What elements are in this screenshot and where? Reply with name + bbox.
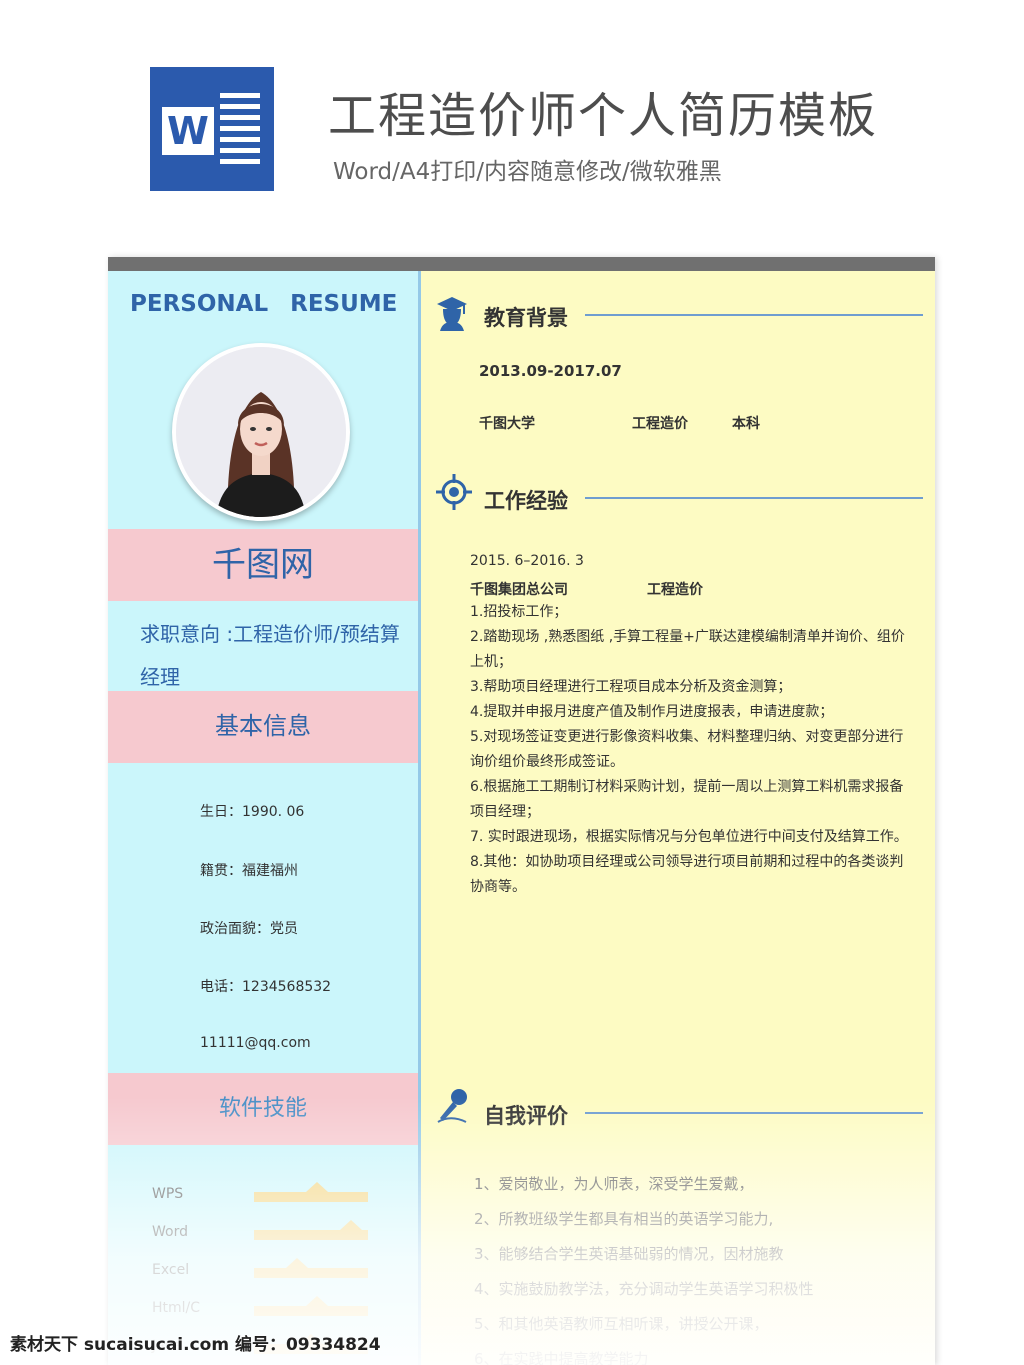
evaluation-item: 5、和其他英语教师互相听课，讲授公开课， bbox=[474, 1315, 769, 1333]
skill-level-bar bbox=[254, 1192, 368, 1202]
name-band: 千图网 bbox=[108, 529, 418, 601]
logo-lines bbox=[220, 93, 260, 170]
self-evaluation-divider bbox=[585, 1112, 923, 1114]
resume-sheet: PERSONAL RESUME 千图网 求职意向 :工程造价师/预结算经理 基本信… bbox=[108, 257, 935, 1365]
job-objective: 求职意向 :工程造价师/预结算经理 bbox=[140, 622, 400, 689]
self-evaluation-list: 1、爱岗敬业，为人师表，深受学生爱戴， 2、所教班级学生都具有相当的英语学习能力… bbox=[474, 1167, 914, 1365]
avatar bbox=[172, 343, 350, 521]
left-column: PERSONAL RESUME 千图网 求职意向 :工程造价师/预结算经理 基本信… bbox=[108, 271, 421, 1365]
duty-item: 1.招投标工作； bbox=[470, 604, 568, 620]
info-phone: 电话：1234568532 bbox=[200, 979, 332, 995]
skill-level-bar bbox=[254, 1230, 368, 1240]
personal-resume-heading: PERSONAL RESUME bbox=[130, 291, 397, 317]
graduation-cap-icon bbox=[437, 297, 467, 331]
duty-item: 8.其他：如协助项目经理或公司领导进行项目前期和过程中的各类谈判协商等。 bbox=[470, 854, 904, 895]
skill-name: Html/C bbox=[152, 1300, 201, 1316]
skill-level-marker bbox=[286, 1258, 309, 1268]
basic-info-heading: 基本信息 bbox=[108, 691, 418, 763]
work-position: 工程造价 bbox=[647, 582, 703, 598]
work-duties: 1.招投标工作； 2.踏勘现场 ,熟悉图纸 ,手算工程量+广联达建模编制清单并询… bbox=[470, 600, 910, 900]
skill-level-marker bbox=[305, 1296, 328, 1306]
skill-name: Word bbox=[152, 1224, 188, 1240]
education-degree: 本科 bbox=[732, 416, 760, 432]
education-school: 千图大学 bbox=[479, 416, 535, 432]
resume-label: RESUME bbox=[290, 291, 398, 317]
education-major: 工程造价 bbox=[632, 416, 688, 432]
info-political-status: 政治面貌：党员 bbox=[200, 921, 298, 937]
word-logo-icon: W bbox=[150, 67, 274, 191]
sheet-top-bar bbox=[108, 257, 935, 271]
duty-item: 4.提取并申报月进度产值及制作月进度报表，申请进度款； bbox=[470, 704, 834, 720]
duty-item: 2.踏勘现场 ,熟悉图纸 ,手算工程量+广联达建模编制清单并询价、组价上机； bbox=[470, 629, 905, 670]
microphone-icon bbox=[437, 1089, 467, 1123]
avatar-photo-icon bbox=[176, 347, 346, 517]
skill-level-marker bbox=[305, 1182, 328, 1192]
watermark-footer: 素材天下 sucaisucai.com 编号：09334824 bbox=[10, 1335, 381, 1355]
duty-item: 3.帮助项目经理进行工程项目成本分析及资金测算； bbox=[470, 679, 792, 695]
evaluation-item: 4、实施鼓励教学法，充分调动学生英语学习积极性 bbox=[474, 1280, 814, 1298]
work-company: 千图集团总公司 bbox=[470, 582, 568, 598]
info-email: 11111@qq.com bbox=[200, 1035, 311, 1051]
work-divider bbox=[585, 497, 923, 499]
skill-level-bar bbox=[254, 1306, 368, 1316]
personal-label: PERSONAL bbox=[130, 291, 269, 317]
software-skills-heading: 软件技能 bbox=[108, 1073, 418, 1145]
evaluation-item: 6、在实践中提高教学能力 bbox=[474, 1350, 649, 1365]
page-title: 工程造价师个人简历模板 bbox=[328, 88, 879, 144]
education-heading: 教育背景 bbox=[484, 306, 568, 330]
evaluation-item: 3、能够结合学生英语基础弱的情况，因材施教 bbox=[474, 1245, 784, 1263]
skill-level-marker bbox=[339, 1220, 362, 1230]
work-period: 2015. 6–2016. 3 bbox=[470, 553, 584, 569]
duty-item: 7. 实时跟进现场，根据实际情况与分包单位进行中间支付及结算工作。 bbox=[470, 829, 908, 845]
skill-name: Excel bbox=[152, 1262, 190, 1278]
skill-name: WPS bbox=[152, 1186, 184, 1202]
info-birthday: 生日：1990. 06 bbox=[200, 804, 305, 820]
duty-item: 5.对现场签证变更进行影像资料收集、材料整理归纳、对变更部分进行询价组价最终形成… bbox=[470, 729, 904, 770]
education-divider bbox=[585, 314, 923, 316]
evaluation-item: 1、爱岗敬业，为人师表，深受学生爱戴， bbox=[474, 1175, 754, 1193]
self-evaluation-heading: 自我评价 bbox=[484, 1104, 568, 1128]
work-heading: 工作经验 bbox=[484, 489, 568, 513]
evaluation-item: 2、所教班级学生都具有相当的英语学习能力, bbox=[474, 1210, 774, 1228]
duty-item: 6.根据施工工期制订材料采购计划，提前一周以上测算工料机需求报备项目经理； bbox=[470, 779, 904, 820]
skill-level-bar bbox=[254, 1268, 368, 1278]
education-period: 2013.09-2017.07 bbox=[479, 362, 622, 380]
logo-letter: W bbox=[162, 107, 214, 155]
target-icon bbox=[436, 474, 472, 510]
info-hometown: 籍贯：福建福州 bbox=[200, 863, 298, 879]
page-subtitle: Word/A4打印/内容随意修改/微软雅黑 bbox=[333, 159, 722, 185]
